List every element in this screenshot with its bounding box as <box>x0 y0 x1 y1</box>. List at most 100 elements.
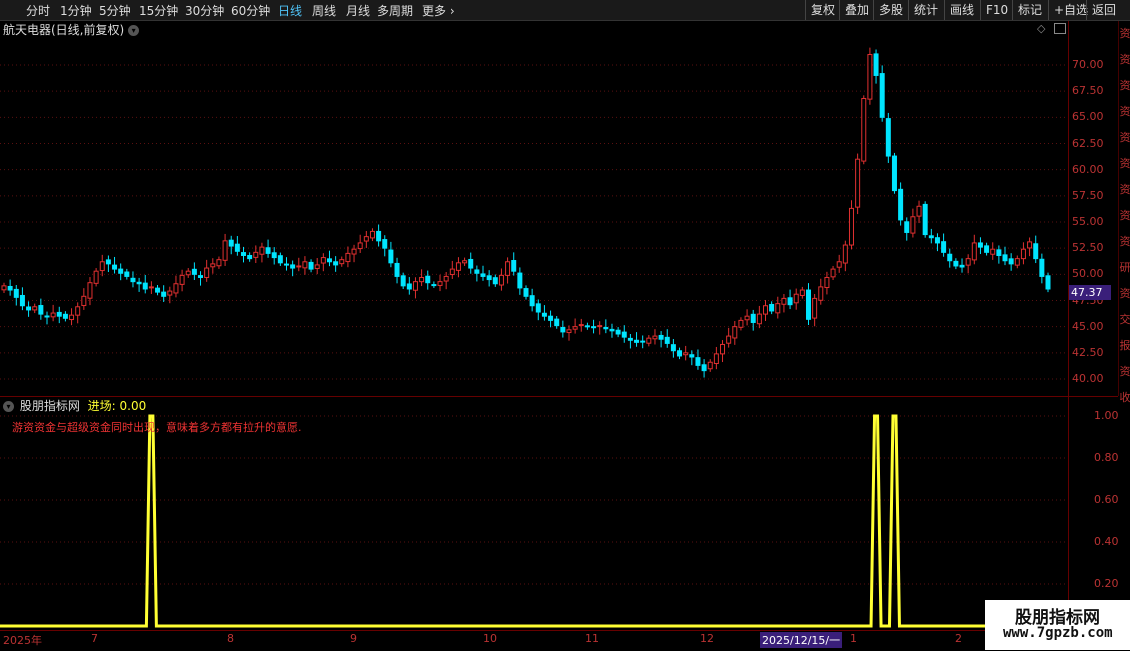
candle <box>290 260 296 277</box>
down-candle-body <box>290 264 296 269</box>
tab-1[interactable]: 1分钟 <box>60 2 92 19</box>
up-candle-body <box>320 257 326 264</box>
chevron-down-icon[interactable]: ▾ <box>3 401 14 412</box>
down-candle-body <box>898 188 904 221</box>
chevron-right-icon: › <box>446 4 455 18</box>
chevron-down-icon[interactable]: ▾ <box>128 25 140 36</box>
down-candle-body <box>695 357 701 366</box>
tab-5[interactable]: 60分钟 <box>231 2 270 19</box>
candle <box>437 274 443 292</box>
candle <box>222 233 228 266</box>
candle <box>124 268 130 280</box>
candle <box>763 300 769 322</box>
down-candle-body <box>155 287 161 293</box>
down-candle-body <box>996 249 1002 256</box>
date-label-3: 9 <box>350 632 357 645</box>
candle <box>412 277 418 299</box>
candle <box>498 268 504 291</box>
toolbar-button-4[interactable]: 画线 <box>944 0 979 20</box>
tab-6[interactable]: 日线 <box>278 2 302 19</box>
down-candle-body <box>670 344 676 352</box>
toolbar-button-6[interactable]: 标记 <box>1012 0 1047 20</box>
candle <box>535 299 541 321</box>
symbol-title-row: 航天电器(日线,前复权) ▾ <box>3 21 140 39</box>
up-candle-body <box>965 258 971 266</box>
toolbar-button-2[interactable]: 多股 <box>873 0 908 20</box>
side-strip-char: 资 <box>1119 365 1130 378</box>
tab-8[interactable]: 月线 <box>346 2 370 19</box>
diamond-icon[interactable]: ◇ <box>1037 22 1045 35</box>
candle <box>241 246 247 263</box>
tab-label: 60分钟 <box>231 4 271 18</box>
tab-4[interactable]: 30分钟 <box>185 2 224 19</box>
tab-10[interactable]: 更多 › <box>422 2 455 19</box>
date-label-4: 10 <box>483 632 497 645</box>
toolbar-button-1[interactable]: 叠加 <box>839 0 874 20</box>
candle <box>44 311 50 325</box>
down-candle-body <box>13 288 19 298</box>
candle <box>732 321 738 345</box>
tab-9[interactable]: 多周期 <box>377 2 413 19</box>
down-candle-body <box>62 313 68 319</box>
down-candle-body <box>977 242 983 248</box>
candle <box>283 257 289 271</box>
down-candle-body <box>247 254 253 260</box>
candle <box>720 340 726 363</box>
candle <box>1027 237 1033 257</box>
candle <box>277 252 283 266</box>
candle <box>382 235 388 257</box>
up-candle-body <box>738 319 744 328</box>
date-label-5: 11 <box>585 632 599 645</box>
price-tick-1: 67.50 <box>1072 84 1104 98</box>
candle <box>529 288 535 312</box>
up-candle-body <box>253 251 259 258</box>
watermark-url: www.7gpzb.com <box>1003 625 1113 641</box>
candle <box>50 304 56 322</box>
up-candle-body <box>836 261 842 268</box>
candle <box>541 305 547 321</box>
tab-3[interactable]: 15分钟 <box>139 2 178 19</box>
up-candle-body <box>32 306 38 311</box>
up-candle-body <box>726 335 732 344</box>
candle <box>148 281 154 295</box>
candle <box>26 301 32 317</box>
up-candle-body <box>87 282 93 299</box>
toolbar-button-0[interactable]: 复权 <box>805 0 840 20</box>
candle <box>658 331 664 348</box>
candle <box>744 309 750 326</box>
up-candle-body <box>578 324 584 327</box>
down-candle-body <box>486 275 492 281</box>
up-candle-body <box>185 270 191 276</box>
toolbar-button-8[interactable]: 返回 <box>1086 0 1121 20</box>
down-candle-body <box>161 291 167 297</box>
up-candle-body <box>855 158 861 208</box>
down-candle-body <box>1045 275 1051 290</box>
side-strip-char: 资 <box>1119 287 1130 300</box>
candle <box>928 228 934 244</box>
candle <box>713 346 719 370</box>
down-candle-body <box>105 259 111 265</box>
candle <box>155 285 161 296</box>
toolbar-button-5[interactable]: F10 <box>980 0 1013 20</box>
down-candle-body <box>406 283 412 290</box>
tab-2[interactable]: 5分钟 <box>99 2 131 19</box>
up-candle-body <box>566 329 572 334</box>
candle <box>462 257 468 266</box>
tab-label: 5分钟 <box>99 4 131 18</box>
candle <box>394 257 400 284</box>
up-candle-body <box>259 246 265 255</box>
price-tick-8: 50.00 <box>1072 267 1104 281</box>
tab-7[interactable]: 周线 <box>312 2 336 19</box>
candle <box>984 242 990 256</box>
up-candle-body <box>449 268 455 276</box>
tab-0[interactable]: 分时 <box>26 2 50 19</box>
candle <box>554 315 560 329</box>
price-chart[interactable] <box>0 40 1070 390</box>
down-candle-body <box>376 230 382 242</box>
window-toggle-icon[interactable] <box>1054 23 1066 34</box>
toolbar-button-3[interactable]: 统计 <box>908 0 943 20</box>
tab-label: 日线 <box>278 4 303 18</box>
down-candle-body <box>984 245 990 253</box>
up-candle-body <box>1020 248 1026 260</box>
price-tick-11: 42.50 <box>1072 345 1104 359</box>
